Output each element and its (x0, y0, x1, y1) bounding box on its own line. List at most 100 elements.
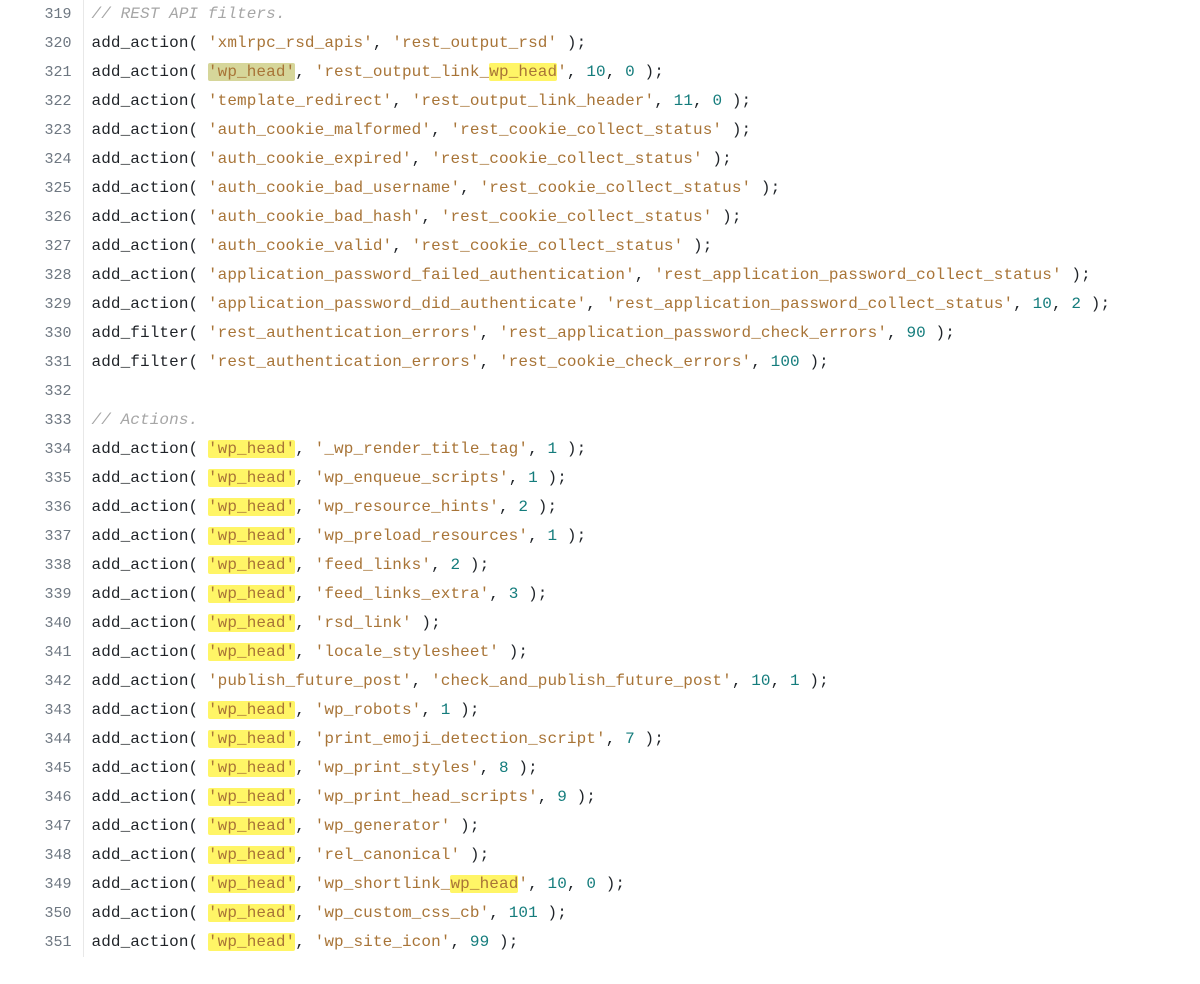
code-line[interactable]: 328add_action( 'application_password_fai… (0, 261, 1200, 290)
line-content[interactable]: add_action( 'wp_head', 'wp_site_icon', 9… (83, 928, 1200, 957)
code-line[interactable]: 343add_action( 'wp_head', 'wp_robots', 1… (0, 696, 1200, 725)
code-line[interactable]: 321add_action( 'wp_head', 'rest_output_l… (0, 58, 1200, 87)
code-line[interactable]: 346add_action( 'wp_head', 'wp_print_head… (0, 783, 1200, 812)
line-number[interactable]: 348 (0, 841, 83, 870)
line-content[interactable]: add_action( 'auth_cookie_valid', 'rest_c… (83, 232, 1200, 261)
line-content[interactable]: add_action( 'auth_cookie_bad_username', … (83, 174, 1200, 203)
line-content[interactable]: add_action( 'template_redirect', 'rest_o… (83, 87, 1200, 116)
line-number[interactable]: 344 (0, 725, 83, 754)
line-number[interactable]: 343 (0, 696, 83, 725)
line-number[interactable]: 321 (0, 58, 83, 87)
line-content[interactable]: add_action( 'wp_head', 'locale_styleshee… (83, 638, 1200, 667)
line-content[interactable]: add_action( 'wp_head', 'wp_resource_hint… (83, 493, 1200, 522)
line-content[interactable]: // REST API filters. (83, 0, 1200, 29)
line-number[interactable]: 327 (0, 232, 83, 261)
code-line[interactable]: 344add_action( 'wp_head', 'print_emoji_d… (0, 725, 1200, 754)
line-content[interactable]: add_action( 'application_password_did_au… (83, 290, 1200, 319)
code-line[interactable]: 320add_action( 'xmlrpc_rsd_apis', 'rest_… (0, 29, 1200, 58)
code-line[interactable]: 324add_action( 'auth_cookie_expired', 'r… (0, 145, 1200, 174)
line-number[interactable]: 347 (0, 812, 83, 841)
code-line[interactable]: 323add_action( 'auth_cookie_malformed', … (0, 116, 1200, 145)
line-content[interactable]: add_action( 'wp_head', 'wp_preload_resou… (83, 522, 1200, 551)
line-content[interactable]: add_action( 'xmlrpc_rsd_apis', 'rest_out… (83, 29, 1200, 58)
line-content[interactable]: add_action( 'wp_head', 'rest_output_link… (83, 58, 1200, 87)
line-number[interactable]: 325 (0, 174, 83, 203)
line-number[interactable]: 350 (0, 899, 83, 928)
line-number[interactable]: 332 (0, 377, 83, 406)
line-content[interactable]: add_action( 'wp_head', 'wp_print_head_sc… (83, 783, 1200, 812)
code-line[interactable]: 329add_action( 'application_password_did… (0, 290, 1200, 319)
code-line[interactable]: 325add_action( 'auth_cookie_bad_username… (0, 174, 1200, 203)
line-content[interactable]: // Actions. (83, 406, 1200, 435)
line-content[interactable]: add_action( 'wp_head', 'print_emoji_dete… (83, 725, 1200, 754)
line-number[interactable]: 337 (0, 522, 83, 551)
code-line[interactable]: 351add_action( 'wp_head', 'wp_site_icon'… (0, 928, 1200, 957)
line-number[interactable]: 351 (0, 928, 83, 957)
line-content[interactable]: add_action( 'wp_head', 'wp_enqueue_scrip… (83, 464, 1200, 493)
code-line[interactable]: 334add_action( 'wp_head', '_wp_render_ti… (0, 435, 1200, 464)
line-number[interactable]: 346 (0, 783, 83, 812)
code-line[interactable]: 319// REST API filters. (0, 0, 1200, 29)
line-content[interactable] (83, 377, 1200, 406)
line-number[interactable]: 336 (0, 493, 83, 522)
line-content[interactable]: add_action( 'wp_head', 'feed_links_extra… (83, 580, 1200, 609)
code-line[interactable]: 337add_action( 'wp_head', 'wp_preload_re… (0, 522, 1200, 551)
line-number[interactable]: 320 (0, 29, 83, 58)
line-number[interactable]: 322 (0, 87, 83, 116)
line-content[interactable]: add_action( 'wp_head', 'wp_custom_css_cb… (83, 899, 1200, 928)
line-content[interactable]: add_action( 'wp_head', 'rel_canonical' )… (83, 841, 1200, 870)
line-number[interactable]: 338 (0, 551, 83, 580)
code-line[interactable]: 350add_action( 'wp_head', 'wp_custom_css… (0, 899, 1200, 928)
code-line[interactable]: 348add_action( 'wp_head', 'rel_canonical… (0, 841, 1200, 870)
line-number[interactable]: 333 (0, 406, 83, 435)
line-content[interactable]: add_action( 'publish_future_post', 'chec… (83, 667, 1200, 696)
line-content[interactable]: add_action( 'wp_head', 'rsd_link' ); (83, 609, 1200, 638)
code-line[interactable]: 332 (0, 377, 1200, 406)
line-number[interactable]: 335 (0, 464, 83, 493)
line-number[interactable]: 345 (0, 754, 83, 783)
code-line[interactable]: 327add_action( 'auth_cookie_valid', 'res… (0, 232, 1200, 261)
code-line[interactable]: 333// Actions. (0, 406, 1200, 435)
code-line[interactable]: 338add_action( 'wp_head', 'feed_links', … (0, 551, 1200, 580)
line-content[interactable]: add_action( 'auth_cookie_expired', 'rest… (83, 145, 1200, 174)
line-content[interactable]: add_filter( 'rest_authentication_errors'… (83, 319, 1200, 348)
line-content[interactable]: add_action( 'application_password_failed… (83, 261, 1200, 290)
code-line[interactable]: 336add_action( 'wp_head', 'wp_resource_h… (0, 493, 1200, 522)
line-number[interactable]: 349 (0, 870, 83, 899)
line-content[interactable]: add_action( 'auth_cookie_malformed', 're… (83, 116, 1200, 145)
line-number[interactable]: 341 (0, 638, 83, 667)
line-number[interactable]: 326 (0, 203, 83, 232)
code-line[interactable]: 326add_action( 'auth_cookie_bad_hash', '… (0, 203, 1200, 232)
line-number[interactable]: 340 (0, 609, 83, 638)
line-content[interactable]: add_action( 'auth_cookie_bad_hash', 'res… (83, 203, 1200, 232)
code-line[interactable]: 340add_action( 'wp_head', 'rsd_link' ); (0, 609, 1200, 638)
code-line[interactable]: 322add_action( 'template_redirect', 'res… (0, 87, 1200, 116)
line-number[interactable]: 342 (0, 667, 83, 696)
code-line[interactable]: 347add_action( 'wp_head', 'wp_generator'… (0, 812, 1200, 841)
code-line[interactable]: 335add_action( 'wp_head', 'wp_enqueue_sc… (0, 464, 1200, 493)
line-number[interactable]: 319 (0, 0, 83, 29)
code-line[interactable]: 339add_action( 'wp_head', 'feed_links_ex… (0, 580, 1200, 609)
code-line[interactable]: 345add_action( 'wp_head', 'wp_print_styl… (0, 754, 1200, 783)
code-line[interactable]: 349add_action( 'wp_head', 'wp_shortlink_… (0, 870, 1200, 899)
code-line[interactable]: 331add_filter( 'rest_authentication_erro… (0, 348, 1200, 377)
code-viewer[interactable]: 319// REST API filters.320add_action( 'x… (0, 0, 1200, 957)
line-content[interactable]: add_action( 'wp_head', 'wp_robots', 1 ); (83, 696, 1200, 725)
line-content[interactable]: add_filter( 'rest_authentication_errors'… (83, 348, 1200, 377)
line-number[interactable]: 328 (0, 261, 83, 290)
line-number[interactable]: 324 (0, 145, 83, 174)
line-content[interactable]: add_action( 'wp_head', 'feed_links', 2 )… (83, 551, 1200, 580)
line-number[interactable]: 339 (0, 580, 83, 609)
line-content[interactable]: add_action( 'wp_head', 'wp_print_styles'… (83, 754, 1200, 783)
code-line[interactable]: 330add_filter( 'rest_authentication_erro… (0, 319, 1200, 348)
line-number[interactable]: 334 (0, 435, 83, 464)
line-content[interactable]: add_action( 'wp_head', 'wp_generator' ); (83, 812, 1200, 841)
line-content[interactable]: add_action( 'wp_head', '_wp_render_title… (83, 435, 1200, 464)
line-number[interactable]: 331 (0, 348, 83, 377)
code-line[interactable]: 341add_action( 'wp_head', 'locale_styles… (0, 638, 1200, 667)
line-content[interactable]: add_action( 'wp_head', 'wp_shortlink_wp_… (83, 870, 1200, 899)
code-line[interactable]: 342add_action( 'publish_future_post', 'c… (0, 667, 1200, 696)
line-number[interactable]: 330 (0, 319, 83, 348)
line-number[interactable]: 329 (0, 290, 83, 319)
line-number[interactable]: 323 (0, 116, 83, 145)
